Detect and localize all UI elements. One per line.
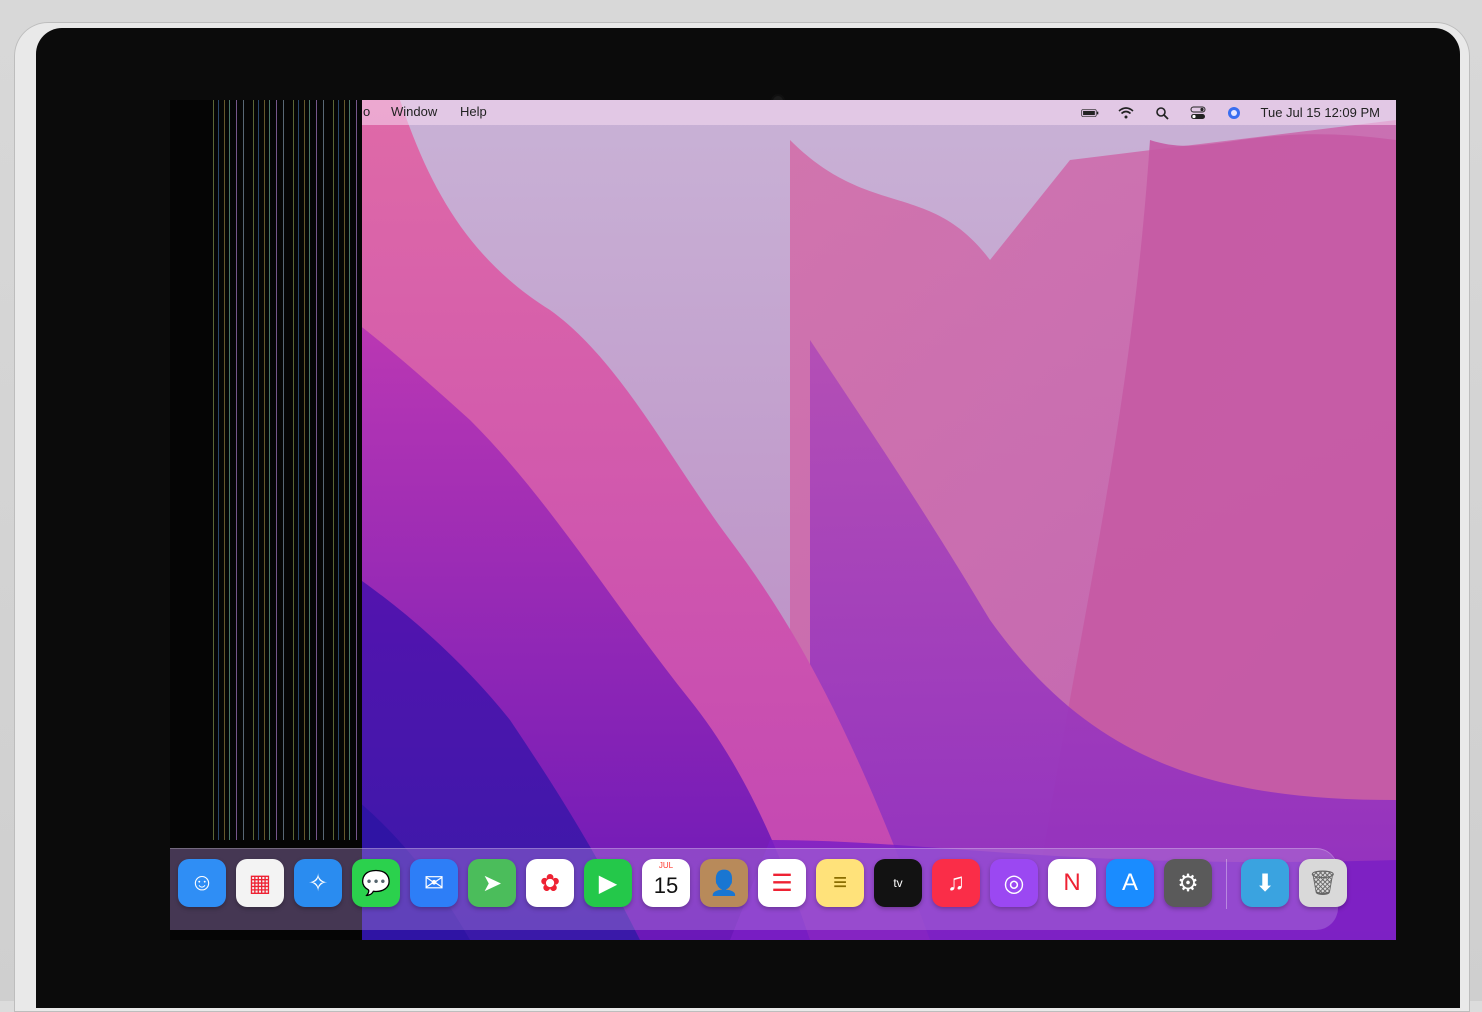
system-preferences-dock-item[interactable]: ⚙ <box>1164 859 1212 907</box>
maps-icon: ➤ <box>481 869 503 897</box>
trash-dock-item[interactable]: 🗑 <box>1299 859 1347 907</box>
system-preferences-icon: ⚙ <box>1177 869 1199 897</box>
app-store-dock-item[interactable]: A <box>1106 859 1154 907</box>
photos-icon: ✿ <box>539 869 561 897</box>
photos-dock-item[interactable]: ✿ <box>526 859 574 907</box>
control-center-icon[interactable] <box>1189 106 1207 120</box>
apple-tv-dock-item[interactable]: tv <box>874 859 922 907</box>
app-store-icon: A <box>1121 869 1138 896</box>
menu-bar-status-area: Tue Jul 15 12:09 PM <box>1080 100 1380 125</box>
reminders-dock-item[interactable]: ☰ <box>758 859 806 907</box>
facetime-dock-item[interactable]: ▶ <box>584 859 632 907</box>
dock: ☺ ▦ ✧ 💬 ✉ ➤ ✿ ▶ JUL 15 👤 ☰ ≡ tv ♫ ◎ N A ⚙ ⬇ 🗑 <box>170 848 1347 930</box>
finder-dock-item[interactable]: ☺ <box>178 859 226 907</box>
launchpad-icon: ▦ <box>248 869 272 897</box>
mail-dock-item[interactable]: ✉ <box>410 859 458 907</box>
finder-icon: ☺ <box>189 869 215 896</box>
screen: o Window Help Tue Jul 15 12:09 PM ☺ ▦ ✧ 💬 ✉ ➤ <box>170 100 1396 940</box>
downloads-folder-dock-item[interactable]: ⬇ <box>1241 859 1289 907</box>
menu-item-partial[interactable]: o <box>363 104 370 119</box>
search-icon[interactable] <box>1153 106 1171 120</box>
menu-item-help[interactable]: Help <box>460 104 487 119</box>
screen-artifact-lines <box>210 100 360 840</box>
notes-dock-item[interactable]: ≡ <box>816 859 864 907</box>
notes-icon: ≡ <box>832 869 847 896</box>
podcasts-icon: ◎ <box>1003 869 1025 897</box>
contacts-dock-item[interactable]: 👤 <box>700 859 748 907</box>
calendar-day: 15 <box>653 873 679 898</box>
launchpad-dock-item[interactable]: ▦ <box>236 859 284 907</box>
music-dock-item[interactable]: ♫ <box>932 859 980 907</box>
facetime-icon: ▶ <box>598 869 618 897</box>
menu-item-window[interactable]: Window <box>391 104 437 119</box>
siri-icon[interactable] <box>1225 106 1243 120</box>
news-dock-item[interactable]: N <box>1048 859 1096 907</box>
safari-icon: ✧ <box>307 869 329 897</box>
apple-tv-icon: tv <box>893 876 903 890</box>
downloads-folder-icon: ⬇ <box>1254 869 1276 897</box>
menu-bar-clock[interactable]: Tue Jul 15 12:09 PM <box>1261 105 1380 120</box>
contacts-icon: 👤 <box>709 869 739 897</box>
mail-icon: ✉ <box>423 869 445 897</box>
calendar-dock-item[interactable]: JUL 15 <box>642 859 690 907</box>
podcasts-dock-item[interactable]: ◎ <box>990 859 1038 907</box>
battery-icon[interactable] <box>1080 106 1099 120</box>
calendar-month: JUL <box>658 861 674 870</box>
safari-dock-item[interactable]: ✧ <box>294 859 342 907</box>
messages-icon: 💬 <box>361 869 391 897</box>
messages-dock-item[interactable]: 💬 <box>352 859 400 907</box>
trash-icon: 🗑 <box>1307 869 1339 897</box>
reminders-icon: ☰ <box>771 869 793 897</box>
dock-apps: ☺ ▦ ✧ 💬 ✉ ➤ ✿ ▶ JUL 15 👤 ☰ ≡ tv ♫ ◎ N A ⚙ ⬇ 🗑 <box>178 859 1347 909</box>
music-icon: ♫ <box>947 869 965 896</box>
wifi-icon[interactable] <box>1117 106 1135 120</box>
maps-dock-item[interactable]: ➤ <box>468 859 516 907</box>
news-icon: N <box>1063 869 1081 896</box>
dock-separator <box>1226 859 1227 909</box>
